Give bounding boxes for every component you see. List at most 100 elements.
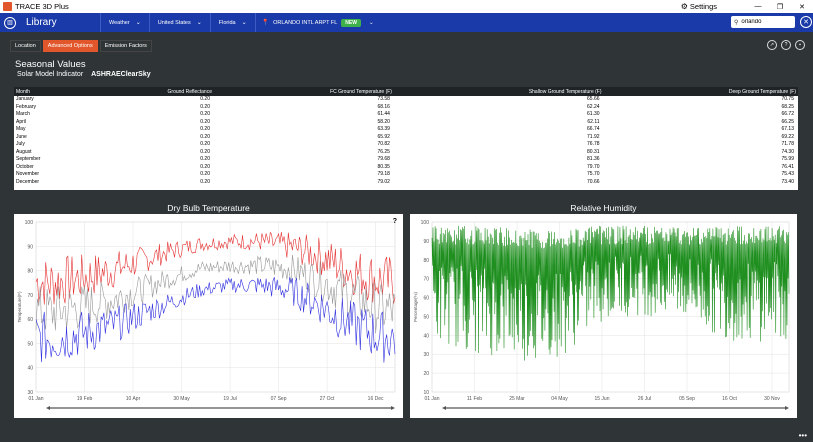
- section-title: Seasonal Values: [15, 59, 86, 70]
- y-tick-label: 50: [423, 314, 429, 320]
- month-cell: November: [16, 171, 40, 177]
- value-cell: 62.24: [587, 103, 600, 110]
- more-options-icon[interactable]: •••: [799, 431, 807, 440]
- settings-label: Settings: [689, 2, 717, 11]
- value-cell: 65.92: [377, 133, 390, 140]
- value-cell: 76.41: [781, 163, 794, 170]
- delete-icon[interactable]: ▪: [795, 40, 805, 50]
- table-row[interactable]: January 0.20 73.58 65.66 70.75: [14, 96, 798, 104]
- header-ground-reflectance[interactable]: Ground Reflectance: [74, 87, 214, 96]
- search-icon: ⚲: [734, 19, 739, 26]
- value-cell: 0.20: [200, 163, 210, 170]
- search-box[interactable]: ⚲: [731, 16, 795, 28]
- export-icon[interactable]: ↗: [767, 40, 777, 50]
- value-cell: 65.66: [587, 96, 600, 102]
- x-tick-label: 30 May: [173, 396, 190, 402]
- table-row[interactable]: September 0.20 79.68 81.36 75.99: [14, 156, 798, 164]
- dry-bulb-chart-title: Dry Bulb Temperature: [167, 203, 250, 213]
- max-temp-series: [35, 231, 396, 305]
- header-deep-ground-temp[interactable]: Deep Ground Temperature (F): [603, 87, 798, 96]
- chevron-down-icon: ⌄: [135, 20, 141, 26]
- month-cell: July: [16, 141, 25, 147]
- value-cell: 0.20: [200, 111, 210, 117]
- y-tick-label: 70: [423, 277, 429, 283]
- table-row[interactable]: March 0.20 61.44 61.30 66.72: [14, 111, 798, 119]
- dry-bulb-chart: Dry Bulb Temperature 30 40 50 60 70 80 90 100 01…: [14, 200, 403, 418]
- value-cell: 0.20: [200, 96, 210, 102]
- x-tick-label: 16 Oct: [722, 396, 737, 402]
- x-tick-label: 25 Mar: [509, 396, 525, 402]
- value-cell: 79.68: [377, 156, 390, 162]
- library-home-icon[interactable]: ▥: [4, 16, 16, 29]
- x-tick-label: 05 Sep: [679, 396, 695, 402]
- header-shallow-ground-temp[interactable]: Shallow Ground Temperature (F): [393, 87, 604, 96]
- scroll-right-arrow: [391, 406, 395, 410]
- scroll-left-arrow: [442, 406, 446, 410]
- month-cell: October: [16, 163, 34, 170]
- tab-advanced-options[interactable]: Advanced Options: [42, 40, 98, 52]
- value-cell: 0.20: [200, 156, 210, 162]
- restore-button[interactable]: ❐: [769, 3, 791, 11]
- table-row[interactable]: December 0.20 79.02 70.66 73.40: [14, 179, 798, 187]
- y-tick-label: 20: [423, 371, 429, 377]
- tab-emission-factors[interactable]: Emission Factors: [99, 40, 152, 52]
- month-cell: March: [16, 111, 30, 117]
- header-month[interactable]: Month: [14, 87, 74, 96]
- table-row[interactable]: February 0.20 68.16 62.24 68.25: [14, 104, 798, 112]
- value-cell: 79.70: [587, 163, 600, 170]
- table-row[interactable]: August 0.20 76.25 80.31 74.30: [14, 149, 798, 157]
- crumb-country[interactable]: United States ⌄: [148, 13, 210, 32]
- relative-humidity-chart-svg[interactable]: 10203040506070809010001 Jan 11 Feb 25 Mar 0…: [410, 214, 797, 418]
- table-row[interactable]: July 0.20 70.82 76.78 71.78: [14, 141, 798, 149]
- new-badge: NEW: [341, 18, 361, 27]
- window-close-button[interactable]: ✕: [791, 3, 813, 11]
- header-fc-ground-temp[interactable]: FC Ground Temperature (F): [214, 87, 394, 96]
- minimize-button[interactable]: —: [747, 3, 769, 10]
- crumb-weather[interactable]: Weather ⌄: [100, 13, 149, 32]
- chevron-down-icon: ⌄: [368, 19, 374, 26]
- x-tick-label: 26 Jul: [638, 396, 651, 402]
- solar-model-indicator: Solar Model Indicator ASHRAEClearSky: [17, 71, 151, 78]
- value-cell: 79.18: [377, 171, 390, 177]
- settings-button[interactable]: ⚙ Settings: [681, 2, 717, 11]
- crumb-label: Florida: [218, 19, 236, 26]
- y-axis-label: Temperature(F): [17, 291, 22, 323]
- y-tick-label: 70: [27, 293, 33, 299]
- value-cell: 62.11: [587, 118, 600, 125]
- gear-icon: ⚙: [680, 2, 688, 11]
- tab-location[interactable]: Location: [10, 40, 41, 52]
- table-row[interactable]: November 0.20 79.18 75.70 75.43: [14, 171, 798, 179]
- chart-help-icon[interactable]: ?: [393, 218, 397, 225]
- app-title: TRACE 3D Plus: [15, 2, 69, 11]
- table-row[interactable]: June 0.20 65.92 71.92 69.22: [14, 134, 798, 142]
- station-selector[interactable]: 📍 ORLANDO INTL ARPT FL NEW ⌄: [254, 13, 380, 32]
- y-tick-label: 60: [423, 296, 429, 302]
- x-tick-label: 01 Jan: [28, 396, 43, 402]
- value-cell: 70.82: [377, 141, 390, 147]
- close-library-button[interactable]: ✕: [800, 16, 812, 28]
- value-cell: 80.35: [377, 163, 390, 170]
- dry-bulb-chart-svg[interactable]: 3040506070809010001 Jan 19 Feb 10 Apr 30 Ma…: [14, 214, 403, 418]
- table-row[interactable]: April 0.20 58.20 62.11 66.25: [14, 119, 798, 127]
- value-cell: 67.13: [781, 126, 794, 132]
- value-cell: 0.20: [200, 133, 210, 140]
- y-tick-label: 100: [25, 220, 34, 226]
- x-tick-label: 19 Feb: [77, 396, 93, 402]
- location-pin-icon: 📍: [261, 20, 270, 26]
- crumb-state[interactable]: Florida ⌄: [209, 13, 255, 32]
- value-cell: 71.78: [781, 141, 794, 147]
- x-tick-label: 07 Sep: [271, 396, 287, 402]
- y-tick-label: 80: [423, 258, 429, 264]
- value-cell: 76.25: [377, 148, 390, 155]
- value-cell: 80.31: [587, 148, 600, 155]
- y-tick-label: 80: [27, 269, 33, 275]
- value-cell: 61.44: [377, 111, 390, 117]
- station-name: ORLANDO INTL ARPT FL: [273, 19, 338, 26]
- table-row[interactable]: October 0.20 80.35 79.70 76.41: [14, 164, 798, 172]
- navigation-bar: ▥ Library Weather ⌄ United States ⌄ Flor…: [0, 13, 813, 32]
- value-cell: 61.30: [587, 111, 600, 117]
- help-icon[interactable]: ?: [781, 40, 791, 50]
- search-input[interactable]: [741, 19, 790, 25]
- y-tick-label: 60: [27, 317, 33, 323]
- table-row[interactable]: May 0.20 63.39 66.74 67.13: [14, 126, 798, 134]
